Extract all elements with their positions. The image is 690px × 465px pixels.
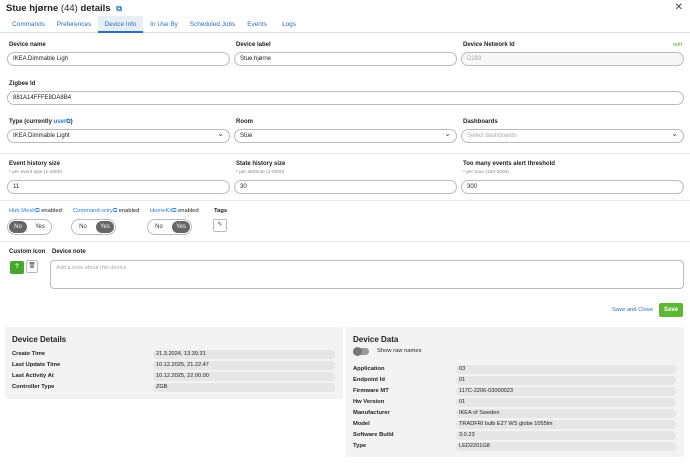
custom-icon-label: Custom Icon xyxy=(9,249,46,255)
state-history-label: State history size xyxy=(236,161,286,167)
tab-in-use-by[interactable]: In Use By xyxy=(143,16,185,33)
too-many-events-hint: * per hour (100-2000) xyxy=(463,170,509,175)
show-raw-names-toggle[interactable] xyxy=(353,347,369,356)
external-link-icon[interactable]: ⧉ xyxy=(113,208,117,214)
edit-tags-icon[interactable]: ✎ xyxy=(213,219,227,232)
dashboards-select[interactable]: Select dashboards xyxy=(461,128,684,143)
tab-bar: Commands Preferences Device Info In Use … xyxy=(0,16,690,33)
details-label: Last Activity At xyxy=(12,373,54,379)
room-label: Room xyxy=(236,119,253,125)
device-label-label: Device label xyxy=(236,42,271,48)
hub-mesh-no[interactable]: No xyxy=(9,221,27,233)
tab-preferences[interactable]: Preferences xyxy=(51,16,97,33)
room-select[interactable]: Stue xyxy=(234,128,457,143)
tab-device-info[interactable]: Device Info xyxy=(98,16,143,33)
command-retry-yes[interactable]: Yes xyxy=(96,221,114,233)
type-label: Type (currently user⧉) xyxy=(9,119,73,125)
show-raw-names-label: Show raw names xyxy=(377,348,422,354)
data-value: 3.0.23 xyxy=(456,431,676,440)
external-link-icon[interactable]: ⧉ xyxy=(116,4,122,13)
details-label: Last Update Time xyxy=(12,362,61,368)
external-link-icon[interactable]: ⧉ xyxy=(35,208,39,214)
details-value: 10.12.2025, 22.00.00 xyxy=(153,372,335,381)
data-value: LED2201G8 xyxy=(456,442,676,451)
divider xyxy=(0,241,690,242)
device-name-label: Device name xyxy=(9,42,46,48)
event-history-label: Event history size xyxy=(9,161,61,167)
details-value: ZGB xyxy=(153,383,335,392)
zigbee-id-input[interactable]: 881A14FFFE8DA8B4 xyxy=(7,91,684,105)
details-label: Create Time xyxy=(12,351,46,357)
device-details-title: Device Details xyxy=(12,335,67,344)
tab-logs[interactable]: Logs xyxy=(274,16,304,33)
data-label: Hw Version xyxy=(353,399,385,405)
data-value: TRADFRI bulb E27 WS globe 1055lm xyxy=(456,420,676,429)
header: Stue hjørne (44) details ⧉ ✕ xyxy=(0,0,690,16)
hub-mesh-toggle[interactable]: No Yes xyxy=(7,219,52,235)
zigbee-label: Zigbee Id xyxy=(9,81,36,87)
tab-scheduled-jobs[interactable]: Scheduled Jobs xyxy=(185,16,240,33)
data-value: 01 xyxy=(456,398,676,407)
command-retry-link[interactable]: Command retry xyxy=(73,208,113,214)
device-count: (44) xyxy=(60,3,78,14)
hub-mesh-label: Hub Mesh⧉ enabled xyxy=(9,208,62,214)
network-id-input: D283 xyxy=(461,52,684,66)
save-and-close-button[interactable]: Save and Close xyxy=(612,307,653,313)
data-label: Manufacturer xyxy=(353,410,390,416)
data-label: Model xyxy=(353,421,370,427)
details-value: 10.12.2025, 21.22.47 xyxy=(153,361,335,370)
command-retry-toggle[interactable]: No Yes xyxy=(71,219,116,235)
event-history-hint: * per event type (1-2000) xyxy=(9,170,63,175)
divider xyxy=(0,200,690,201)
device-note-label: Device note xyxy=(52,249,86,255)
data-value: 117C-2206-03000023 xyxy=(456,387,676,396)
data-value: 01 xyxy=(456,376,676,385)
homekit-no[interactable]: No xyxy=(150,221,168,233)
state-history-input[interactable]: 30 xyxy=(234,180,457,194)
too-many-events-label: Too many events alert threshold xyxy=(463,161,555,167)
custom-icon-button[interactable]: ? xyxy=(10,261,24,274)
tab-commands[interactable]: Commands xyxy=(6,16,51,33)
homekit-toggle[interactable]: No Yes xyxy=(147,219,192,235)
trash-icon[interactable]: 🗑 xyxy=(26,260,38,273)
homekit-yes[interactable]: Yes xyxy=(172,221,190,233)
device-data-title: Device Data xyxy=(353,335,399,344)
command-retry-no[interactable]: No xyxy=(74,221,92,233)
close-icon[interactable]: ✕ xyxy=(675,2,683,13)
edit-network-id-link[interactable]: edit xyxy=(673,42,682,48)
data-label: Software Build xyxy=(353,432,394,438)
external-link-icon[interactable]: ⧉ xyxy=(172,208,176,214)
network-id-label: Device Network Id xyxy=(463,42,515,48)
details-label: Controller Type xyxy=(12,384,55,390)
event-history-input[interactable]: 11 xyxy=(7,180,230,194)
data-label: Endpoint Id xyxy=(353,377,385,383)
type-user-link[interactable]: user xyxy=(54,119,67,125)
divider xyxy=(0,153,690,154)
page-title: Stue hjørne (44) details ⧉ xyxy=(6,3,122,14)
dashboards-label: Dashboards xyxy=(463,119,498,125)
device-name-input[interactable]: IKEA Dimmable Ligh xyxy=(7,52,230,66)
homekit-link[interactable]: HomeKit xyxy=(150,208,172,214)
tab-events[interactable]: Events xyxy=(240,16,274,33)
data-label: Firmware MT xyxy=(353,388,389,394)
data-label: Type xyxy=(353,443,367,449)
data-value: IKEA of Sweden xyxy=(456,409,676,418)
data-label: Application xyxy=(353,366,385,372)
command-retry-label: Command retry⧉ enabled xyxy=(73,208,140,214)
tags-label: Tags xyxy=(214,208,228,214)
device-label-input[interactable]: Stue hjørne xyxy=(234,52,457,66)
data-value: 03 xyxy=(456,365,676,374)
device-note-textarea[interactable]: Add a note about this device xyxy=(50,260,684,289)
hub-mesh-link[interactable]: Hub Mesh xyxy=(9,208,35,214)
state-history-hint: * per attribute (1-2000) xyxy=(236,170,285,175)
type-select[interactable]: IKEA Dimmable Light xyxy=(7,128,230,143)
homekit-label: HomeKit⧉ enabled xyxy=(150,208,199,214)
save-button[interactable]: Save xyxy=(659,303,683,317)
hub-mesh-yes[interactable]: Yes xyxy=(31,221,49,233)
details-value: 21.3.2024, 13.39.31 xyxy=(153,350,335,359)
too-many-events-input[interactable]: 300 xyxy=(461,180,684,194)
